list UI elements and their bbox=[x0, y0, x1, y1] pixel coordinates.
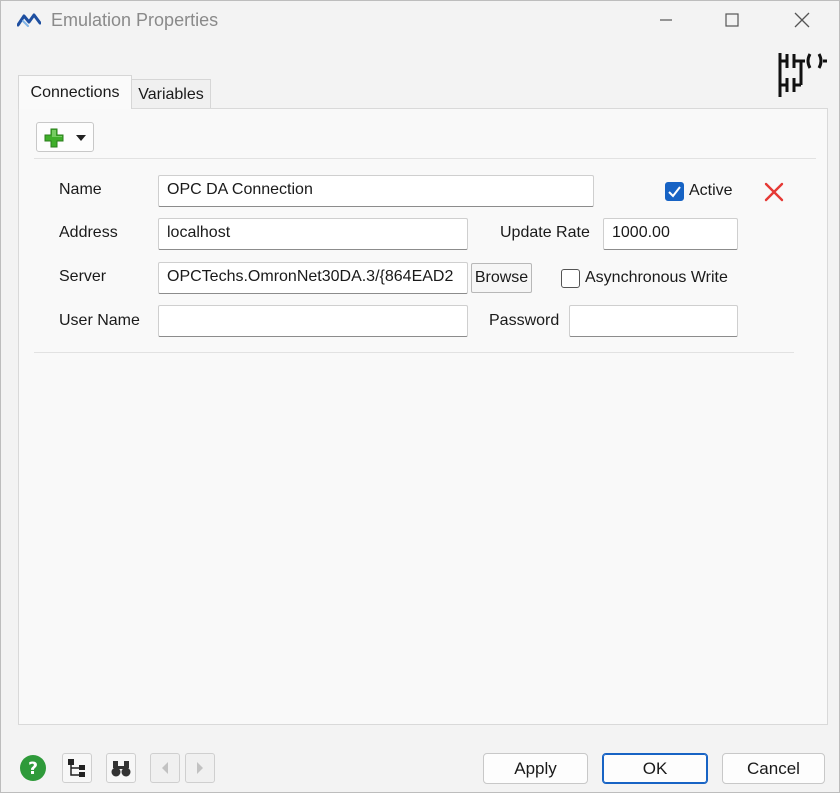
tree-hierarchy-icon bbox=[68, 759, 85, 777]
username-field[interactable] bbox=[158, 305, 468, 337]
ok-button[interactable]: OK bbox=[602, 753, 708, 784]
title-bar: Emulation Properties bbox=[1, 1, 839, 41]
flexsim-logo-icon bbox=[17, 13, 41, 27]
dialog-window: Emulation Properties Connections Variabl… bbox=[0, 0, 840, 793]
back-button[interactable] bbox=[150, 753, 180, 783]
server-label: Server bbox=[59, 268, 107, 285]
tree-view-button[interactable] bbox=[62, 753, 92, 783]
active-label: Active bbox=[689, 182, 733, 199]
help-button[interactable]: ? bbox=[18, 753, 48, 783]
async-write-checkbox[interactable] bbox=[561, 269, 580, 288]
toolbar-divider bbox=[34, 158, 816, 159]
address-label: Address bbox=[59, 224, 118, 241]
binoculars-icon bbox=[111, 761, 131, 777]
maximize-button[interactable] bbox=[709, 1, 755, 39]
red-x-icon[interactable] bbox=[763, 181, 785, 203]
name-field[interactable]: OPC DA Connection bbox=[158, 175, 594, 207]
tab-connections-label: Connections bbox=[30, 83, 120, 101]
apply-button[interactable]: Apply bbox=[483, 753, 588, 784]
ladder-logic-icon bbox=[778, 53, 827, 97]
help-icon: ? bbox=[20, 755, 46, 781]
browse-button[interactable]: Browse bbox=[471, 263, 532, 293]
minimize-icon bbox=[660, 19, 672, 21]
window-title: Emulation Properties bbox=[51, 10, 219, 30]
cancel-button[interactable]: Cancel bbox=[722, 753, 825, 784]
tab-variables-label: Variables bbox=[138, 85, 204, 103]
password-field[interactable] bbox=[569, 305, 738, 337]
tab-variables[interactable]: Variables bbox=[131, 79, 211, 109]
svg-text:?: ? bbox=[28, 759, 38, 779]
checkmark-icon bbox=[668, 186, 681, 198]
close-button[interactable] bbox=[779, 1, 825, 39]
active-checkbox[interactable] bbox=[665, 182, 684, 201]
close-icon bbox=[794, 12, 810, 28]
server-field[interactable]: OPCTechs.OmronNet30DA.3/{864EAD2 bbox=[158, 262, 468, 294]
minimize-button[interactable] bbox=[643, 1, 689, 39]
form-divider bbox=[34, 352, 794, 353]
chevron-right-icon bbox=[197, 762, 203, 774]
tab-connections[interactable]: Connections bbox=[18, 75, 132, 109]
username-label: User Name bbox=[59, 312, 140, 329]
add-connection-button[interactable] bbox=[36, 122, 94, 152]
caret-down-icon bbox=[76, 135, 86, 141]
update-rate-field[interactable]: 1000.00 bbox=[603, 218, 738, 250]
address-field[interactable]: localhost bbox=[158, 218, 468, 250]
forward-button[interactable] bbox=[185, 753, 215, 783]
password-label: Password bbox=[489, 312, 560, 329]
maximize-icon bbox=[725, 13, 739, 27]
find-button[interactable] bbox=[106, 753, 136, 783]
name-label: Name bbox=[59, 181, 102, 198]
green-plus-icon bbox=[44, 128, 64, 148]
async-write-label: Asynchronous Write bbox=[585, 269, 728, 286]
chevron-left-icon bbox=[162, 762, 168, 774]
update-rate-label: Update Rate bbox=[500, 224, 590, 241]
